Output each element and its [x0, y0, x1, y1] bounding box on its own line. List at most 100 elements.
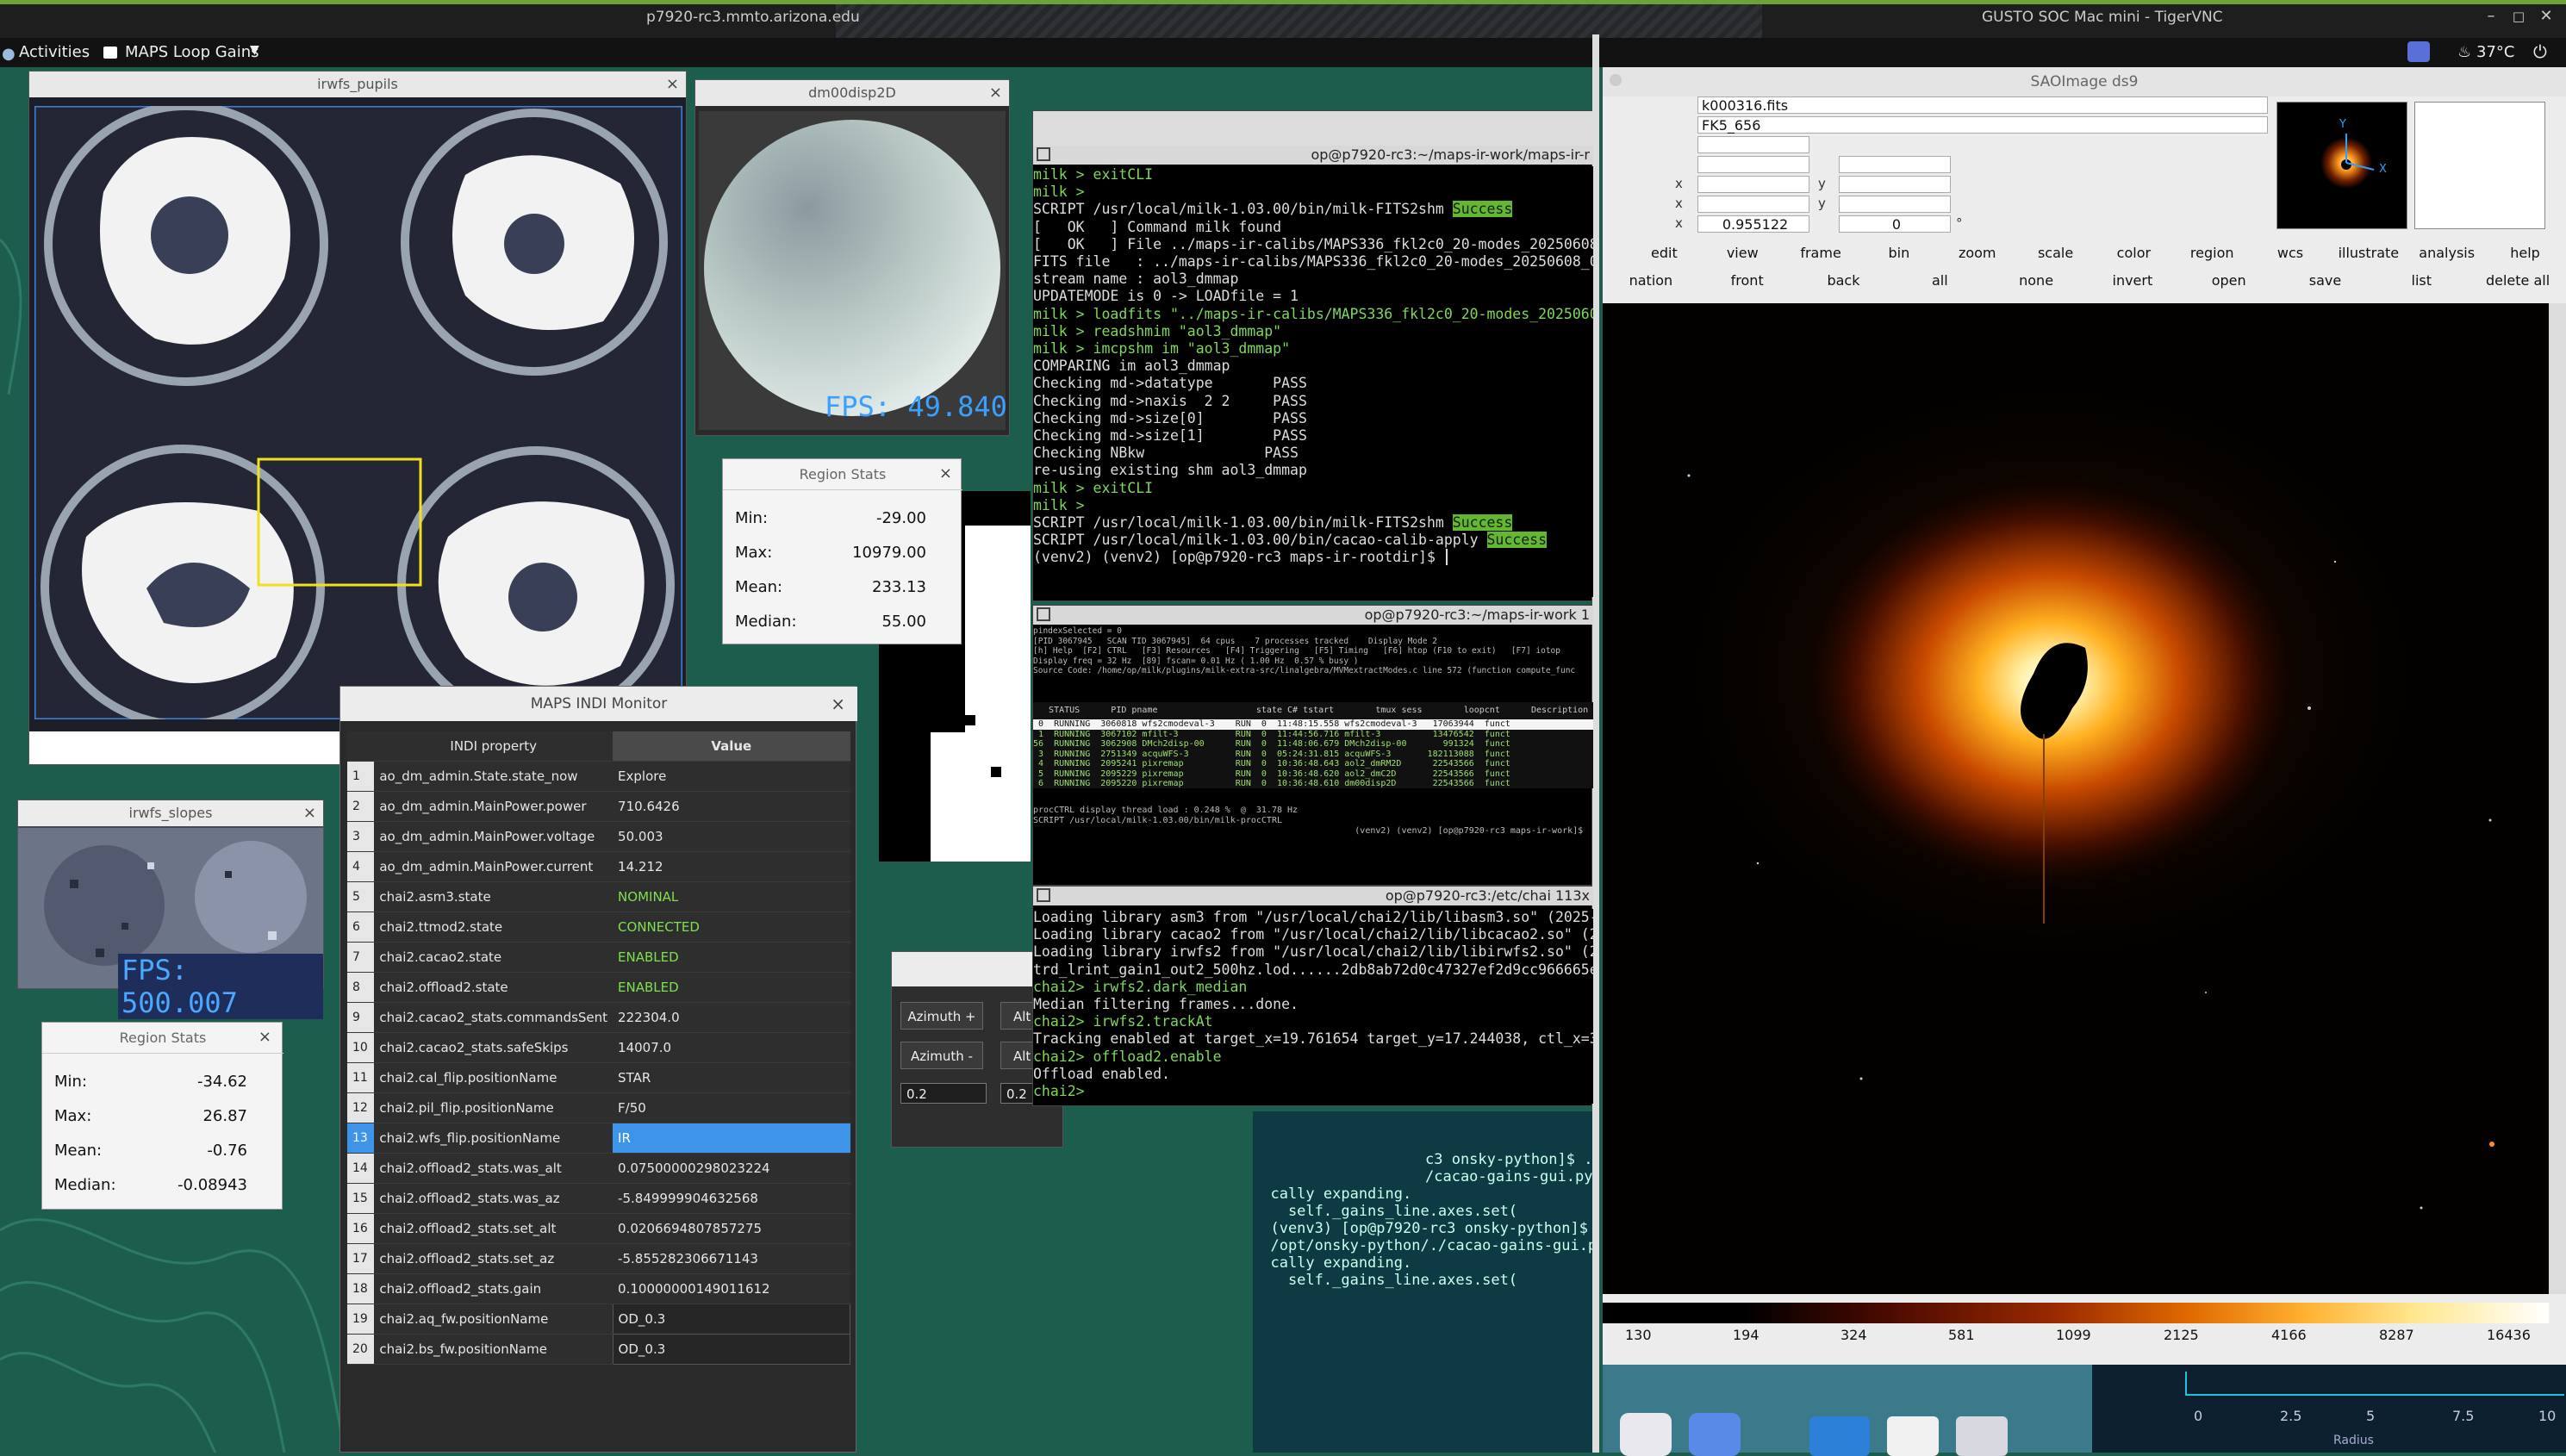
process-row[interactable]: 1 RUNNING 3067102 mfilt-3 RUN 0 11:44:56… — [1033, 730, 1593, 740]
table-row[interactable]: 7 chai2.cacao2.state ENABLED — [347, 942, 850, 973]
proc-ctrl-terminal-window[interactable]: op@p7920-rc3:~/maps-ir-work 1 pindexSele… — [1032, 605, 1593, 886]
dock-doc-icon[interactable] — [1887, 1416, 1939, 1456]
indi-value-cell[interactable]: STAR — [613, 1062, 850, 1093]
close-icon[interactable]: × — [666, 72, 679, 97]
window-button-icon[interactable] — [1610, 74, 1622, 86]
azimuth-plus-button[interactable]: Azimuth + — [900, 1002, 983, 1030]
ds9-menu-bin[interactable]: bin — [1859, 241, 1938, 265]
table-row[interactable]: 10 chai2.cacao2_stats.safeSkips 14007.0 — [347, 1032, 850, 1063]
indi-value-cell[interactable]: IR — [613, 1123, 850, 1154]
indi-value-cell[interactable]: 0.10000000149011612 — [613, 1273, 850, 1304]
dock-trash-icon[interactable] — [1956, 1416, 2008, 1456]
table-row[interactable]: 15 chai2.offload2_stats.was_az -5.84999990… — [347, 1183, 850, 1214]
close-icon[interactable]: × — [989, 80, 1002, 106]
activities-button[interactable]: Activities — [19, 43, 90, 61]
ds9-button-delete-all[interactable]: delete all — [2469, 269, 2566, 293]
ds9-menu-color[interactable]: color — [2095, 241, 2173, 265]
maximize-button[interactable]: □ — [2509, 7, 2528, 26]
milk-terminal-window[interactable]: op@p7920-rc3:~/maps-ir-work/maps-ir-r mi… — [1032, 110, 1593, 601]
indi-value-cell[interactable]: 0.0206694807857275 — [613, 1213, 850, 1244]
indi-value-cell[interactable]: 710.6426 — [613, 791, 850, 822]
table-row[interactable]: 3 ao_dm_admin.MainPower.voltage 50.003 — [347, 821, 850, 852]
close-icon[interactable]: × — [258, 1028, 271, 1046]
chevron-down-icon[interactable]: ▼ — [250, 43, 259, 57]
indi-value-cell[interactable]: 14.212 — [613, 851, 850, 882]
gains-terminal[interactable]: c3 onsky-python]$ ./ca/cacao-gains-gui.p… — [1253, 1111, 1592, 1453]
ds9-menu-frame[interactable]: frame — [1782, 241, 1860, 265]
dock-app-icon[interactable] — [1620, 1413, 1672, 1456]
app-menu[interactable]: MAPS Loop Gains — [125, 43, 259, 61]
ds9-menu-zoom[interactable]: zoom — [1938, 241, 2016, 265]
indi-value-cell[interactable]: 14007.0 — [613, 1032, 850, 1063]
screen-icon[interactable] — [2407, 41, 2430, 62]
table-row[interactable]: 9 chai2.cacao2_stats.commandsSent 222304.0 — [347, 1002, 850, 1033]
indi-monitor-window[interactable]: MAPS INDI Monitor × INDI property Value … — [339, 686, 857, 1453]
ds9-scrollbar[interactable] — [2549, 303, 2566, 1294]
ds9-menu-illustrate[interactable]: illustrate — [2329, 241, 2407, 265]
process-row[interactable]: 3 RUNNING 2751349 acquWFS-3 RUN 0 05:24:… — [1033, 750, 1593, 760]
ds9-window[interactable]: SAOImage ds9 k000316.fits FK5_656 x y x … — [1603, 67, 2566, 1453]
process-row[interactable]: 6 RUNNING 2095220 pixremap RUN 0 10:36:4… — [1033, 779, 1593, 789]
ds9-menu-analysis[interactable]: analysis — [2407, 241, 2486, 265]
indi-value-cell[interactable]: OD_0.3 — [612, 1334, 851, 1365]
dm-display-image[interactable] — [699, 111, 1006, 430]
minimize-button[interactable]: – — [2482, 7, 2501, 26]
ds9-menu-region[interactable]: region — [2173, 241, 2251, 265]
ds9-colorbar[interactable] — [1603, 1303, 2549, 1323]
col-header-value[interactable]: Value — [613, 731, 850, 762]
ds9-button-open[interactable]: open — [2181, 269, 2277, 293]
indi-value-cell[interactable]: 50.003 — [613, 821, 850, 852]
irwfs-slopes-window[interactable]: irwfs_slopes × FPS: 500.007 — [17, 800, 324, 1019]
col-header-property[interactable]: INDI property — [374, 731, 613, 762]
process-row[interactable]: 5 RUNNING 2095229 pixremap RUN 0 10:36:4… — [1033, 769, 1593, 780]
chai-terminal-window[interactable]: op@p7920-rc3:/etc/chai 113x Loading libr… — [1032, 886, 1593, 1106]
table-row[interactable]: 4 ao_dm_admin.MainPower.current 14.212 — [347, 851, 850, 882]
azimuth-minus-button[interactable]: Azimuth - — [900, 1042, 983, 1069]
ds9-button-all[interactable]: all — [1891, 269, 1988, 293]
ds9-button-save[interactable]: save — [2277, 269, 2374, 293]
ds9-menu-help[interactable]: help — [2486, 241, 2564, 265]
table-row[interactable]: 2 ao_dm_admin.MainPower.power 710.6426 — [347, 791, 850, 822]
table-row[interactable]: 18 chai2.offload2_stats.gain 0.10000000149… — [347, 1273, 850, 1304]
table-row[interactable]: 17 chai2.offload2_stats.set_az -5.85528230… — [347, 1243, 850, 1274]
table-row[interactable]: 13 chai2.wfs_flip.positionName IR — [347, 1123, 850, 1154]
indi-value-cell[interactable]: CONNECTED — [613, 912, 850, 943]
irwfs-pupils-window[interactable]: irwfs_pupils × — [28, 71, 688, 765]
power-icon[interactable]: ⏻ — [2533, 41, 2547, 62]
process-row[interactable]: 56 RUNNING 3062908 DMch2disp-00 RUN 0 11… — [1033, 739, 1593, 750]
indi-value-cell[interactable]: ENABLED — [613, 942, 850, 973]
table-row[interactable]: 11 chai2.cal_flip.positionName STAR — [347, 1062, 850, 1093]
table-row[interactable]: 5 chai2.asm3.state NOMINAL — [347, 881, 850, 912]
ds9-button-none[interactable]: none — [1988, 269, 2084, 293]
pupils-image[interactable] — [34, 106, 682, 719]
region-stats-window-2[interactable]: Region Stats × Min: -34.62 Max: 26.87 Mean… — [41, 1022, 283, 1210]
ds9-button-invert[interactable]: invert — [2084, 269, 2181, 293]
table-row[interactable]: 12 chai2.pil_flip.positionName F/50 — [347, 1092, 850, 1123]
indi-value-cell[interactable]: OD_0.3 — [612, 1304, 851, 1335]
table-row[interactable]: 1 ao_dm_admin.State.state_now Explore — [347, 761, 850, 792]
indi-value-cell[interactable]: -5.849999904632568 — [613, 1183, 850, 1214]
table-row[interactable]: 19 chai2.aq_fw.positionName OD_0.3 — [347, 1304, 851, 1335]
ds9-panner[interactable]: Y X — [2276, 102, 2407, 229]
azimuth-step-input[interactable]: 0.2 — [900, 1083, 987, 1104]
close-icon[interactable]: × — [303, 800, 316, 826]
region-stats-window-1[interactable]: Region Stats × Min: -29.00 Max: 10979.00 M… — [722, 458, 962, 644]
indi-value-cell[interactable]: 222304.0 — [613, 1002, 850, 1033]
close-icon[interactable]: × — [831, 694, 845, 714]
process-row[interactable]: 4 RUNNING 2095241 pixremap RUN 0 10:36:4… — [1033, 759, 1593, 769]
ds9-image-canvas[interactable] — [1603, 303, 2549, 1294]
ds9-menu-edit[interactable]: edit — [1625, 241, 1703, 265]
table-row[interactable]: 8 chai2.offload2.state ENABLED — [347, 972, 850, 1003]
indi-value-cell[interactable]: 0.07500000298023224 — [613, 1153, 850, 1184]
table-row[interactable]: 20 chai2.bs_fw.positionName OD_0.3 — [347, 1334, 851, 1365]
process-row[interactable]: 0 RUNNING 3060818 wfs2cmodeval-3 RUN 0 1… — [1033, 719, 1593, 730]
ds9-button-front[interactable]: front — [1699, 269, 1796, 293]
indi-value-cell[interactable]: -5.855282306671143 — [613, 1243, 850, 1274]
close-icon[interactable]: × — [939, 464, 952, 482]
table-row[interactable]: 16 chai2.offload2_stats.set_alt 0.02066948… — [347, 1213, 850, 1244]
ds9-button-nation[interactable]: nation — [1603, 269, 1699, 293]
table-row[interactable]: 14 chai2.offload2_stats.was_alt 0.07500000… — [347, 1153, 850, 1184]
ds9-menu-scale[interactable]: scale — [2016, 241, 2095, 265]
dock-folder-icon[interactable] — [1809, 1416, 1870, 1456]
indi-value-cell[interactable]: Explore — [613, 761, 850, 792]
